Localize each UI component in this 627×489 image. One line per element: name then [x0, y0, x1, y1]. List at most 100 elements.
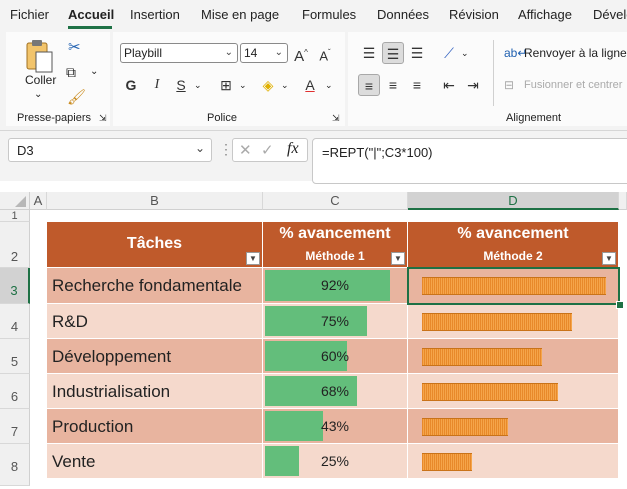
task-name-cell[interactable]: Développement [47, 339, 263, 374]
filter-dropdown-icon[interactable]: ▼ [602, 252, 616, 265]
row-header-3[interactable]: 3 [0, 268, 30, 304]
font-color-dropdown-chevron-icon[interactable]: ⌄ [325, 80, 333, 91]
borders-dropdown-chevron-icon[interactable]: ⌄ [239, 80, 247, 91]
task-name-cell[interactable]: Industrialisation [47, 374, 263, 409]
header-tasks-label: Tâches [126, 235, 183, 252]
column-header-a[interactable]: A [30, 192, 47, 210]
filter-dropdown-icon[interactable]: ▼ [391, 252, 405, 265]
format-painter-icon[interactable]: 🖌 [67, 88, 86, 106]
chevron-down-icon[interactable]: ⌄ [195, 141, 205, 155]
orientation-icon[interactable]: ⟋ [438, 42, 460, 64]
copy-dropdown-chevron-icon[interactable]: ⌄ [90, 66, 98, 77]
tab-donnees[interactable]: Données [377, 7, 429, 22]
align-left-icon[interactable]: ≡ [358, 74, 380, 96]
fill-handle[interactable] [616, 301, 624, 309]
wrap-text-button[interactable]: Renvoyer à la ligne a [524, 46, 627, 60]
tab-developpeur[interactable]: Dévelo [593, 7, 627, 22]
task-name-cell[interactable]: Vente [47, 444, 263, 479]
tab-fichier[interactable]: Fichier [10, 7, 49, 22]
merge-center-icon[interactable]: ⊟ [504, 78, 514, 92]
more-options-icon[interactable]: ⋮ [219, 141, 233, 158]
italic-button[interactable]: I [146, 74, 168, 96]
font-launcher-icon[interactable]: ⇲ [332, 113, 340, 124]
tab-insertion[interactable]: Insertion [130, 7, 180, 22]
clipboard-launcher-icon[interactable]: ⇲ [99, 113, 107, 124]
tab-mise-en-page[interactable]: Mise en page [201, 7, 279, 22]
column-header-e[interactable] [619, 192, 627, 210]
align-right-icon[interactable]: ≡ [406, 74, 428, 96]
align-bottom-icon[interactable]: ☰ [406, 42, 428, 64]
task-name-cell[interactable]: Production [47, 409, 263, 444]
clipboard-group-label: Presse-papiers [17, 112, 91, 124]
column-header-d[interactable]: D [408, 192, 619, 210]
row-header-4[interactable]: 4 [0, 304, 30, 339]
task-name-cell[interactable]: Recherche fondamentale [47, 268, 263, 304]
method1-cell[interactable]: 75% [263, 304, 408, 339]
font-color-icon[interactable]: A [299, 74, 321, 96]
rept-bar [422, 312, 572, 331]
cut-icon[interactable]: ✂ [68, 38, 81, 56]
paste-icon[interactable] [24, 38, 54, 76]
bold-button[interactable]: G [120, 74, 142, 96]
increase-font-size-icon[interactable]: A^ [290, 42, 312, 65]
method1-cell[interactable]: 68% [263, 374, 408, 409]
header-cell-method1[interactable]: % avancement Méthode 1 ▼ [263, 222, 408, 268]
method1-cell[interactable]: 43% [263, 409, 408, 444]
method2-cell[interactable] [408, 374, 619, 409]
rept-bar [422, 452, 472, 471]
decrease-indent-icon[interactable]: ⇤ [438, 74, 460, 96]
header-cell-method2[interactable]: % avancement Méthode 2 ▼ [408, 222, 619, 268]
tab-formules[interactable]: Formules [302, 7, 356, 22]
select-all-corner[interactable] [0, 192, 30, 210]
underline-button[interactable]: S [170, 74, 192, 96]
tab-affichage[interactable]: Affichage [518, 7, 572, 22]
percent-label: 92% [320, 277, 350, 293]
paste-label[interactable]: Coller [25, 73, 56, 87]
alignment-group-label: Alignement [506, 112, 562, 124]
filter-dropdown-icon[interactable]: ▼ [246, 252, 260, 265]
row-header-1[interactable]: 1 [0, 210, 30, 222]
chevron-down-icon: ⌄ [224, 47, 233, 58]
borders-icon[interactable]: ⊞ [215, 74, 237, 96]
header-cell-tasks[interactable]: Tâches ▼ [47, 222, 263, 268]
align-top-icon[interactable]: ☰ [358, 42, 380, 64]
underline-dropdown-chevron-icon[interactable]: ⌄ [194, 80, 202, 91]
increase-indent-icon[interactable]: ⇥ [462, 74, 484, 96]
fill-color-dropdown-chevron-icon[interactable]: ⌄ [281, 80, 289, 91]
font-size-combo[interactable]: 14 ⌄ [240, 43, 288, 63]
row-header-6[interactable]: 6 [0, 374, 30, 409]
tab-accueil[interactable]: Accueil [68, 7, 114, 22]
row-header-7[interactable]: 7 [0, 409, 30, 444]
method2-cell[interactable] [408, 409, 619, 444]
font-name-combo[interactable]: Playbill ⌄ [120, 43, 238, 63]
column-header-c[interactable]: C [263, 192, 408, 210]
method2-cell[interactable] [408, 304, 619, 339]
merge-center-button[interactable]: Fusionner et centrer [524, 79, 622, 91]
decrease-font-size-icon[interactable]: Aˇ [314, 42, 336, 64]
rept-bar [422, 347, 542, 366]
row-header-8[interactable]: 8 [0, 444, 30, 486]
percent-label: 60% [320, 347, 350, 364]
align-center-icon[interactable]: ≡ [382, 74, 404, 96]
name-box[interactable]: D3 ⌄ [8, 138, 212, 162]
method1-cell[interactable]: 92% [263, 268, 408, 304]
task-name-cell[interactable]: R&D [47, 304, 263, 339]
align-middle-icon[interactable]: ☰ [382, 42, 404, 64]
method1-cell[interactable]: 60% [263, 339, 408, 374]
formula-input[interactable]: =REPT("|";C3*100) [312, 138, 627, 184]
fill-color-icon[interactable]: ◈ [257, 74, 279, 96]
method1-cell[interactable]: 25% [263, 444, 408, 479]
orientation-dropdown-chevron-icon[interactable]: ⌄ [461, 48, 469, 59]
task-name: Production [52, 416, 134, 436]
column-header-b[interactable]: B [47, 192, 263, 210]
method2-cell[interactable] [408, 444, 619, 479]
row-header-5[interactable]: 5 [0, 339, 30, 374]
insert-function-icon[interactable]: fx [287, 140, 299, 158]
method2-cell[interactable] [408, 339, 619, 374]
row-header-2[interactable]: 2 [0, 222, 30, 268]
copy-icon[interactable]: ⧉ [66, 64, 76, 81]
cancel-icon[interactable]: ✕ [239, 141, 252, 159]
enter-icon[interactable]: ✓ [261, 141, 274, 159]
paste-dropdown-chevron-icon[interactable]: ⌄ [34, 89, 42, 100]
tab-revision[interactable]: Révision [449, 7, 499, 22]
